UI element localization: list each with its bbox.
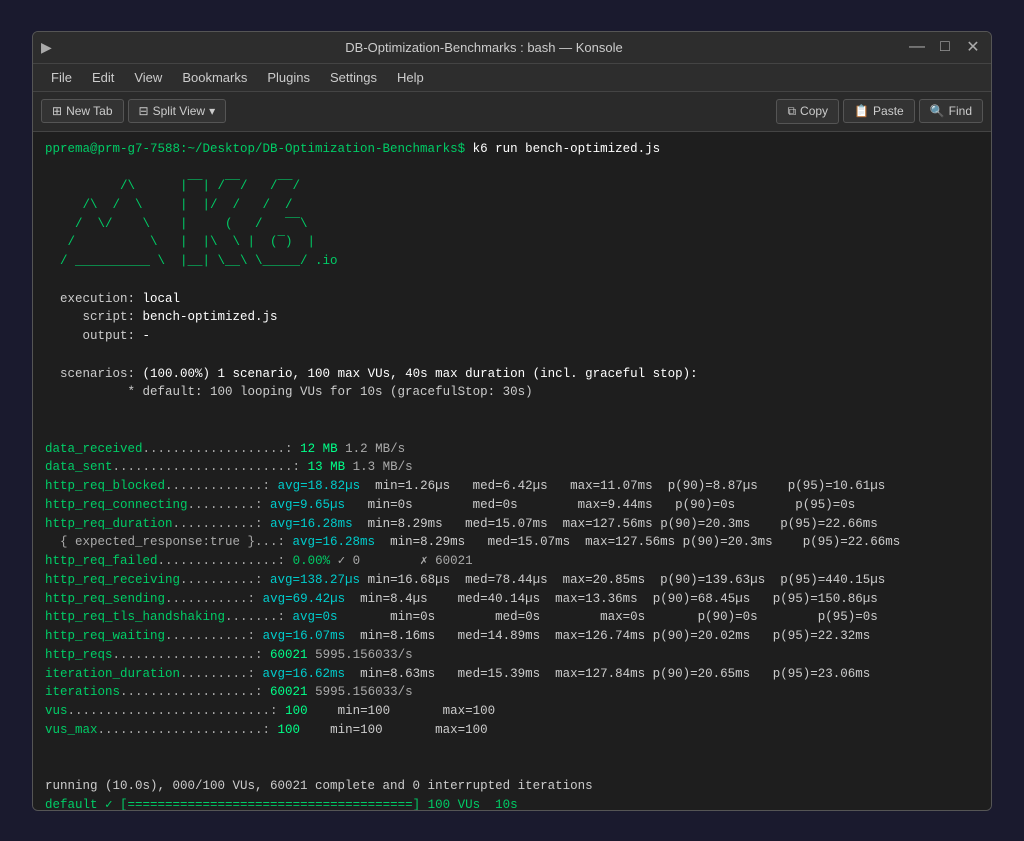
find-icon: 🔍: [930, 104, 945, 118]
maximize-button[interactable]: □: [935, 38, 955, 56]
menu-edit[interactable]: Edit: [82, 66, 124, 89]
window-title: DB-Optimization-Benchmarks : bash — Kons…: [61, 40, 907, 55]
menubar: File Edit View Bookmarks Plugins Setting…: [33, 64, 991, 92]
menu-bookmarks[interactable]: Bookmarks: [172, 66, 257, 89]
menu-help[interactable]: Help: [387, 66, 434, 89]
find-button[interactable]: 🔍 Find: [919, 99, 983, 123]
window-controls: — □ ✕: [907, 37, 983, 57]
new-tab-button[interactable]: ⊞ New Tab: [41, 99, 124, 123]
menu-settings[interactable]: Settings: [320, 66, 387, 89]
split-view-button[interactable]: ⊟ Split View ▾: [128, 99, 227, 123]
title-bar: ▶ DB-Optimization-Benchmarks : bash — Ko…: [33, 32, 991, 64]
menu-plugins[interactable]: Plugins: [257, 66, 320, 89]
toolbar-left: ⊞ New Tab ⊟ Split View ▾: [41, 99, 226, 123]
toolbar: ⊞ New Tab ⊟ Split View ▾ ⧉ Copy 📋 Paste …: [33, 92, 991, 132]
split-view-icon: ⊟: [139, 104, 149, 118]
copy-button[interactable]: ⧉ Copy: [776, 99, 839, 124]
copy-icon: ⧉: [787, 104, 796, 119]
konsole-window: ▶ DB-Optimization-Benchmarks : bash — Ko…: [32, 31, 992, 811]
window-icon: ▶: [41, 39, 61, 56]
paste-icon: 📋: [854, 104, 869, 118]
close-button[interactable]: ✕: [963, 37, 983, 57]
new-tab-icon: ⊞: [52, 104, 62, 118]
toolbar-right: ⧉ Copy 📋 Paste 🔍 Find: [776, 99, 983, 124]
minimize-button[interactable]: —: [907, 38, 927, 56]
terminal-output[interactable]: pprema@prm-g7-7588:~/Desktop/DB-Optimiza…: [33, 132, 991, 810]
paste-button[interactable]: 📋 Paste: [843, 99, 915, 123]
menu-file[interactable]: File: [41, 66, 82, 89]
menu-view[interactable]: View: [124, 66, 172, 89]
